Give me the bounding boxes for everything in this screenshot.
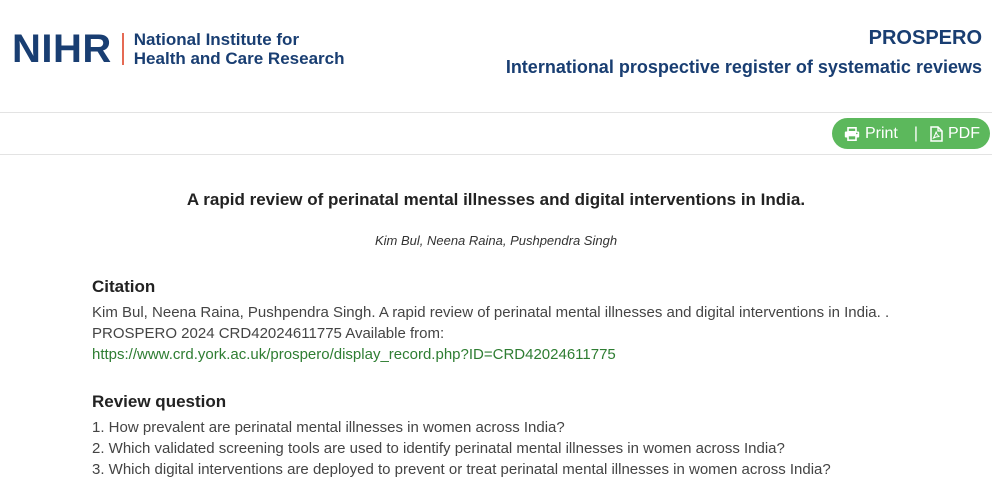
record-toolbar: Print | PDF (0, 113, 992, 155)
citation-body: Kim Bul, Neena Raina, Pushpendra Singh. … (92, 302, 912, 365)
printer-icon (844, 126, 860, 141)
logo-line-1: National Institute for (133, 30, 300, 49)
brand-tagline: International prospective register of sy… (505, 57, 982, 77)
citation-heading: Citation (92, 277, 156, 296)
brand-name[interactable]: PROSPERO (506, 26, 982, 50)
record-title: A rapid review of perinatal mental illne… (186, 190, 806, 209)
review-question-list: 1. How prevalent are perinatal mental il… (92, 417, 912, 480)
print-button[interactable]: Print (844, 125, 898, 143)
pdf-button[interactable]: PDF (930, 125, 980, 143)
pdf-file-icon (930, 125, 943, 142)
pdf-label: PDF (948, 124, 980, 142)
logo-mark: NIHR (12, 27, 112, 71)
action-pill: Print | PDF (831, 118, 990, 149)
list-item: 3. Which digital interventions are deplo… (92, 461, 831, 478)
site-header: NIHR National Institute for Health and C… (0, 0, 992, 113)
toolbar-separator: | (913, 124, 918, 142)
list-item: 1. How prevalent are perinatal mental il… (92, 419, 565, 436)
logo-divider (121, 33, 124, 65)
logo-line-2: Health and Care Research (133, 49, 345, 68)
logo-text: National Institute for Health and Care R… (134, 30, 345, 68)
citation-link[interactable]: https://www.crd.york.ac.uk/prospero/disp… (92, 346, 616, 363)
record-authors: Kim Bul, Neena Raina, Pushpendra Singh (374, 233, 618, 248)
review-question-heading: Review question (92, 392, 227, 411)
nihr-logo[interactable]: NIHR National Institute for Health and C… (12, 29, 344, 69)
brand-block: PROSPERO International prospective regis… (506, 26, 982, 78)
citation-text: Kim Bul, Neena Raina, Pushpendra Singh. … (92, 304, 890, 342)
print-label: Print (864, 124, 898, 142)
list-item: 2. Which validated screening tools are u… (92, 440, 785, 457)
